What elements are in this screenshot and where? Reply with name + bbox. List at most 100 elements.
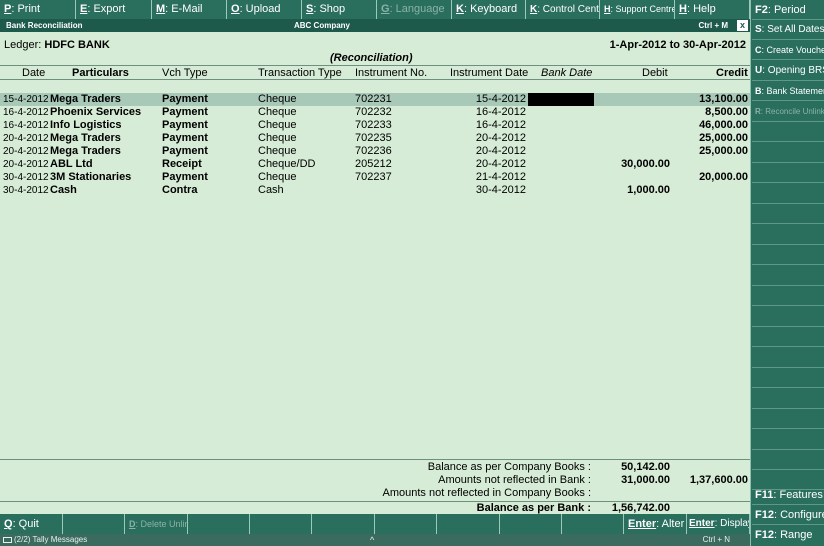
empty-button-slot (752, 122, 824, 142)
create-voucher-button[interactable]: C: Create Voucher (752, 40, 824, 60)
main-panel: Ledger: HDFC BANK 1-Apr-2012 to 30-Apr-2… (0, 32, 750, 514)
empty-button-slot (312, 514, 375, 534)
table-row[interactable]: 16-4-2012 Phoenix Services Payment Chequ… (0, 106, 750, 119)
row-transaction-type: Cheque (258, 119, 297, 131)
bank-date-input[interactable] (528, 93, 594, 106)
empty-button-slot (752, 327, 824, 347)
period-button[interactable]: F2: Period (752, 0, 824, 20)
empty-button-slot (752, 409, 824, 429)
table-row[interactable]: 20-4-2012 Mega Traders Payment Cheque 70… (0, 132, 750, 145)
row-vch-type: Receipt (162, 158, 202, 170)
configure-button[interactable]: F12: Configure (752, 505, 824, 525)
empty-button-slot (437, 514, 500, 534)
row-credit: 13,100.00 (699, 93, 748, 105)
ledger-label: Ledger: (4, 39, 42, 51)
row-instrument-date: 16-4-2012 (475, 119, 526, 131)
bank-statement-button[interactable]: B: Bank Statement (752, 81, 824, 101)
table-row[interactable]: 30-4-2012 3M Stationaries Payment Cheque… (0, 171, 750, 184)
row-instrument-date: 30-4-2012 (475, 184, 526, 196)
display-button[interactable]: Enter: Display (687, 514, 750, 534)
empty-button-slot (188, 514, 250, 534)
col-date: Date (22, 67, 46, 79)
empty-button-slot (752, 450, 824, 470)
alter-button[interactable]: Enter: Alter (624, 514, 687, 534)
row-instrument-date: 16-4-2012 (475, 106, 526, 118)
empty-button-slot (752, 143, 824, 163)
row-instrument-no: 702232 (355, 106, 392, 118)
empty-button-slot (752, 163, 824, 183)
empty-button-slot (752, 225, 824, 245)
row-debit: 1,000.00 (627, 184, 670, 196)
company-books-debit: 50,142.00 (621, 461, 670, 473)
empty-button-slot (562, 514, 624, 534)
table-row[interactable]: 15-4-2012 Mega Traders Payment Cheque 70… (0, 93, 750, 106)
row-debit: 30,000.00 (621, 158, 670, 170)
features-button[interactable]: F11: Features (752, 485, 824, 505)
col-credit: Credit (716, 67, 748, 79)
row-particulars: Info Logistics (50, 119, 122, 131)
col-particulars: Particulars (72, 67, 129, 79)
menu-shop[interactable]: S: Shop (302, 0, 377, 19)
delete-unlinked-button[interactable]: D: Delete Unlinked (125, 514, 188, 534)
period-range[interactable]: 1-Apr-2012 to 30-Apr-2012 (610, 39, 746, 51)
screen-title: Bank Reconciliation (6, 21, 83, 30)
row-instrument-date: 20-4-2012 (475, 145, 526, 157)
row-transaction-type: Cheque (258, 171, 297, 183)
row-vch-type: Payment (162, 145, 208, 157)
range-button[interactable]: F12: Range (752, 525, 824, 545)
row-instrument-date: 20-4-2012 (475, 132, 526, 144)
row-vch-type: Payment (162, 132, 208, 144)
tally-messages[interactable]: (2/2) Tally Messages (14, 534, 87, 546)
empty-button-slot (752, 266, 824, 286)
menu-email[interactable]: M: E-Mail (152, 0, 227, 19)
envelope-icon[interactable] (3, 537, 12, 543)
empty-button-slot (752, 348, 824, 368)
empty-button-slot (500, 514, 562, 534)
expand-icon[interactable]: ^ (370, 534, 374, 546)
row-vch-type: Contra (162, 184, 198, 196)
row-instrument-no: 702236 (355, 145, 392, 157)
close-icon[interactable]: x (737, 20, 748, 31)
quit-button[interactable]: Q: Quit (0, 514, 63, 534)
opening-brs-button[interactable]: U: Opening BRS (752, 61, 824, 81)
row-date: 30-4-2012 (3, 172, 49, 183)
row-particulars: Mega Traders (50, 145, 121, 157)
menu-support-centre[interactable]: H: Support Centre (600, 0, 675, 19)
row-vch-type: Payment (162, 119, 208, 131)
menu-control-centre[interactable]: K: Control Centre (526, 0, 600, 19)
menu-export[interactable]: E: Export (76, 0, 152, 19)
row-transaction-type: Cash (258, 184, 284, 196)
row-vch-type: Payment (162, 171, 208, 183)
empty-button-slot (752, 389, 824, 409)
empty-button-slot (752, 245, 824, 265)
row-instrument-no: 702235 (355, 132, 392, 144)
table-row[interactable]: 20-4-2012 ABL Ltd Receipt Cheque/DD 2052… (0, 158, 750, 171)
row-vch-type: Payment (162, 106, 208, 118)
bottom-button-bar: Q: Quit D: Delete Unlinked Enter: Alter … (0, 514, 750, 534)
col-vch-type: Vch Type (162, 67, 208, 79)
menu-language[interactable]: G: Language (377, 0, 452, 19)
row-transaction-type: Cheque (258, 132, 297, 144)
row-date: 30-4-2012 (3, 185, 49, 196)
table-row[interactable]: 20-4-2012 Mega Traders Payment Cheque 70… (0, 145, 750, 158)
menu-keyboard[interactable]: K: Keyboard (452, 0, 526, 19)
set-all-dates-button[interactable]: S: Set All Dates (752, 20, 824, 40)
table-row[interactable]: 30-4-2012 Cash Contra Cash 30-4-2012 1,0… (0, 184, 750, 197)
menu-upload[interactable]: O: Upload (227, 0, 302, 19)
row-date: 20-4-2012 (3, 159, 49, 170)
status-shortcut: Ctrl + N (702, 535, 730, 544)
col-transaction-type: Transaction Type (258, 67, 342, 79)
reconcile-unlinked-button[interactable]: R: Reconcile Unlinked (752, 102, 824, 122)
not-in-bank-credit: 1,37,600.00 (689, 474, 748, 486)
right-button-panel: F2: Period S: Set All Dates C: Create Vo… (750, 0, 824, 546)
empty-button-slot (63, 514, 125, 534)
col-instrument-no: Instrument No. (355, 67, 428, 79)
menu-help[interactable]: H: Help (675, 0, 750, 19)
table-row[interactable]: 16-4-2012 Info Logistics Payment Cheque … (0, 119, 750, 132)
row-transaction-type: Cheque (258, 145, 297, 157)
menu-print[interactable]: P: Print (0, 0, 76, 19)
col-instrument-date: Instrument Date (450, 67, 529, 79)
row-instrument-no: 205212 (355, 158, 392, 170)
shortcut-hint: Ctrl + M (698, 21, 728, 30)
empty-button-slot (375, 514, 437, 534)
